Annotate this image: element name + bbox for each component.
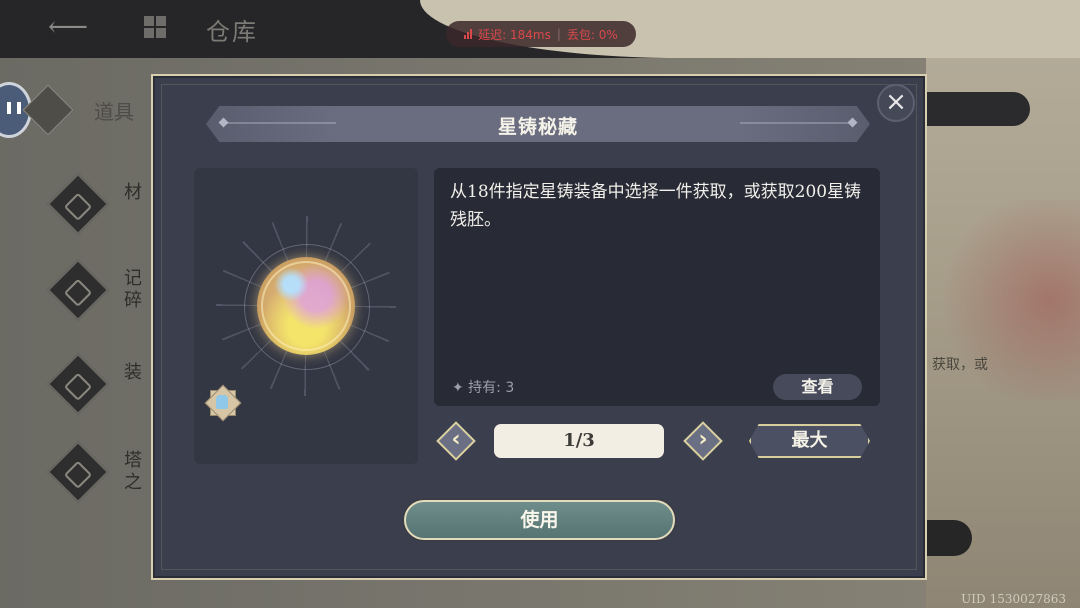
rarity-badge-icon	[204, 384, 242, 422]
sidebar-item-label: 装	[124, 362, 142, 383]
quantity-field[interactable]: 1/3	[494, 424, 664, 458]
sidebar-item-memory-fragments[interactable]: 记碎	[46, 258, 156, 322]
puzzle-icon	[46, 258, 110, 322]
detail-action-button[interactable]	[926, 520, 972, 556]
divider: |	[556, 27, 561, 41]
sidebar-item-label: 记碎	[124, 268, 142, 311]
max-button[interactable]: 最大	[749, 424, 870, 458]
sidebar-item-materials[interactable]: 材	[46, 172, 156, 236]
tab-tools-label: 道具	[94, 100, 134, 124]
increase-button[interactable]: ›	[683, 421, 723, 461]
view-button[interactable]: 查看	[773, 374, 862, 400]
sidebar-item-label: 塔之	[124, 450, 142, 493]
packet-loss-text: 丢包: 0%	[566, 27, 618, 42]
uid-label: UID 1530027863	[957, 592, 1066, 606]
page-title: 仓库	[206, 18, 258, 46]
signal-icon	[464, 29, 473, 39]
menu-grid-icon[interactable]	[144, 16, 166, 38]
uid-value: 1530027863	[989, 592, 1066, 606]
chevron-right-icon: ›	[698, 427, 708, 452]
dialog-title: 星铸秘藏	[497, 116, 578, 138]
close-icon[interactable]: ×	[877, 84, 915, 122]
uid-prefix: UID	[961, 592, 986, 606]
star-forge-orb-icon	[257, 257, 355, 355]
tab-tools[interactable]: 道具	[22, 84, 156, 136]
detail-description: 获取，或	[932, 357, 988, 373]
item-description: 从18件指定星铸装备中选择一件获取，或获取200星铸残胚。	[450, 182, 862, 230]
network-status: 延迟: 184ms | 丢包: 0%	[446, 21, 636, 47]
decrease-button[interactable]: ‹	[436, 421, 476, 461]
potion-icon	[22, 84, 74, 136]
latency-text: 延迟: 184ms	[478, 27, 551, 42]
dialog-title-banner: 星铸秘藏	[206, 106, 870, 142]
sidebar-item-equipment[interactable]: 装	[46, 352, 156, 416]
equipment-icon	[46, 352, 110, 416]
owned-count: ✦ 持有: 3	[452, 380, 515, 396]
back-icon[interactable]: ⟵	[48, 12, 88, 42]
badge-core	[216, 395, 228, 409]
detail-header-bar	[926, 92, 1030, 126]
sidebar-item-label: 材	[124, 182, 142, 203]
chevron-left-icon: ‹	[451, 427, 461, 452]
sidebar-item-tower[interactable]: 塔之	[46, 440, 156, 504]
tower-icon	[46, 440, 110, 504]
use-button[interactable]: 使用	[404, 500, 675, 540]
materials-icon	[46, 172, 110, 236]
